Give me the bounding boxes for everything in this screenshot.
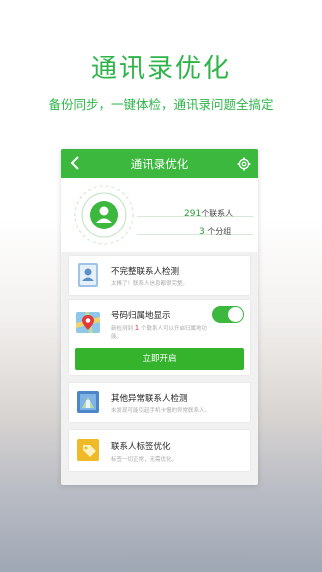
groups-count: 3 个分组 [199,226,231,237]
tag-icon [75,437,101,463]
card-description: 新检测到 1 个联系人可以开启归属地功能。 [111,324,216,341]
contacts-count-label: 个联系人 [201,209,234,218]
groups-count-label: 个分组 [207,227,232,236]
divider [137,234,253,235]
card-title: 其他异常联系人检测 [111,394,188,404]
location-toggle[interactable] [212,306,244,323]
gear-icon[interactable] [237,156,251,171]
enable-now-button[interactable]: 立即开启 [75,348,244,370]
toggle-knob [228,307,243,322]
abnormal-contacts-card[interactable]: 其他异常联系人检测 未发现可能引起手机卡慢的异常联系人。 [69,383,250,422]
card-title: 不完整联系人检测 [111,267,180,277]
card-title: 联系人标签优化 [111,442,171,452]
contacts-count: 291个联系人 [184,208,233,219]
card-description: 未发现可能引起手机卡慢的异常联系人。 [111,408,211,414]
groups-count-value: 3 [199,227,205,237]
hero-title: 通讯录优化 [90,54,231,84]
desc-count: 1 [134,324,140,332]
contact-card-icon [75,262,101,288]
card-description: 太棒了！联系人信息都很完整。 [111,281,189,287]
number-location-card: 号码归属地显示 新检测到 1 个联系人可以开启归属地功能。 立即开启 [69,300,250,375]
card-description: 标签一切正常，无需优化。 [111,457,178,463]
avatar-rings-icon [73,184,135,246]
map-pin-icon [75,309,101,335]
app-header: 通讯录优化 [61,149,258,178]
contacts-count-value: 291 [184,209,202,219]
contact-book-icon [75,389,101,415]
desc-prefix: 新检测到 [111,326,134,332]
app-screen: 通讯录优化 291个联系人 3 个分组 不完整联系人检测 太棒了！联系人信息都很… [61,149,258,485]
contact-tags-card[interactable]: 联系人标签优化 标签一切正常，无需优化。 [69,430,250,471]
screen-title: 通讯录优化 [130,157,189,171]
contacts-summary: 291个联系人 3 个分组 [61,178,258,252]
hero-subtitle: 备份同步，一键体检，通讯录问题全搞定 [48,97,274,112]
incomplete-contacts-card[interactable]: 不完整联系人检测 太棒了！联系人信息都很完整。 [69,256,250,295]
card-title: 号码归属地显示 [111,311,171,321]
